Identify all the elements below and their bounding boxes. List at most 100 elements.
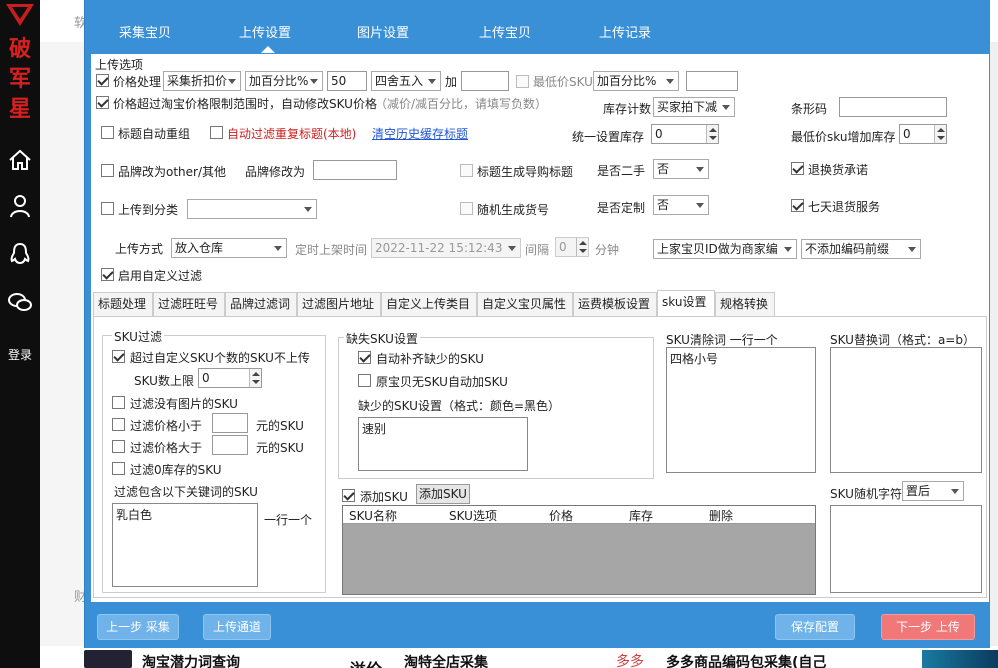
subtab-custom-category[interactable]: 自定义上传类目 [381, 292, 477, 316]
product-thumbnail[interactable] [84, 650, 132, 668]
custom-made-select[interactable]: 否 [653, 195, 709, 215]
return-promise-checkbox[interactable] [791, 162, 804, 175]
product-thumbnail[interactable] [922, 650, 998, 668]
seven-days-return-checkbox[interactable] [791, 199, 804, 212]
price-value-input[interactable]: 50 [327, 71, 367, 91]
login-link[interactable]: 登录 [0, 346, 40, 363]
sku-table[interactable]: SKU名称 SKU选项 价格 库存 删除 [342, 505, 816, 595]
title-regroup-checkbox[interactable] [101, 126, 114, 139]
custom-made-label: 是否定制 [597, 201, 646, 215]
section-title: 上传选项 [95, 58, 144, 72]
column-sku-option[interactable]: SKU选项 [449, 507, 497, 524]
tab-image-settings[interactable]: 图片设置 [357, 22, 409, 41]
filter-keywords-textarea[interactable]: 乳白色 [112, 503, 258, 587]
sku-limit-label: SKU数上限 [134, 374, 194, 388]
background-item-title[interactable]: 淘宝潜力词查询 [142, 652, 240, 668]
subtab-filter-image-url[interactable]: 过滤图片地址 [297, 292, 381, 316]
filter-price-more-input[interactable] [212, 435, 248, 455]
min-price-sku-checkbox[interactable] [516, 75, 529, 88]
code-prefix-select[interactable]: 不添加编码前缀 [801, 239, 921, 259]
sku-random-textarea[interactable] [830, 505, 982, 593]
filter-price-less-label: 过滤价格小于 [130, 419, 203, 433]
tab-collect[interactable]: 采集宝贝 [119, 22, 171, 41]
unify-stock-spinner[interactable]: 0 [651, 124, 719, 144]
user-icon[interactable] [6, 192, 34, 220]
upload-category-select[interactable] [187, 199, 317, 219]
wechat-icon[interactable] [6, 288, 34, 316]
home-icon[interactable] [6, 146, 34, 174]
subtab-filter-wangwang[interactable]: 过滤旺旺号 [153, 292, 225, 316]
background-edge [990, 42, 998, 648]
add-sku-button[interactable]: 添加SKU [416, 484, 470, 504]
qq-icon[interactable] [6, 240, 34, 268]
column-price[interactable]: 价格 [549, 507, 573, 524]
column-stock[interactable]: 库存 [629, 507, 653, 524]
sku-random-select[interactable]: 置后 [902, 481, 964, 501]
background-item-title[interactable]: 淘特全店采集 [404, 652, 488, 668]
filter-price-more-checkbox[interactable] [112, 440, 125, 453]
filter-price-less-checkbox[interactable] [112, 418, 125, 431]
stock-count-select[interactable]: 买家拍下减 [653, 97, 735, 117]
save-config-button[interactable]: 保存配置 [775, 614, 855, 640]
custom-filter-checkbox[interactable] [101, 268, 114, 281]
subtab-brand-filter[interactable]: 品牌过滤词 [225, 292, 297, 316]
sku-over-limit-checkbox[interactable] [112, 350, 125, 363]
min-price-sku-label: 最低价SKU [533, 75, 593, 89]
add-value-input[interactable] [461, 71, 509, 91]
subtab-spec-conversion[interactable]: 规格转换 [715, 292, 775, 316]
brand-other-checkbox[interactable] [101, 164, 114, 177]
rounding-select[interactable]: 四舍五入 [371, 71, 441, 91]
stock-count-label: 库存计数 [603, 102, 652, 116]
sku-clear-textarea[interactable]: 四格小号 [666, 347, 816, 473]
subtab-custom-attributes[interactable]: 自定义宝贝属性 [477, 292, 573, 316]
brand-name: 破 军 星 [8, 36, 31, 122]
shopping-title-checkbox[interactable] [460, 164, 473, 177]
dedupe-title-checkbox[interactable] [210, 126, 223, 139]
tab-upload-records[interactable]: 上传记录 [599, 22, 651, 41]
filter-price-less-input[interactable] [212, 413, 248, 433]
sku-replace-textarea[interactable] [830, 347, 982, 473]
filter-zero-stock-checkbox[interactable] [112, 462, 125, 475]
background-pane [40, 42, 84, 648]
sku-limit-spinner[interactable]: 0 [198, 368, 262, 388]
app-sidebar: 破 军 星 登录 [0, 0, 40, 668]
tab-upload-settings[interactable]: 上传设置 [239, 22, 291, 41]
filter-price-more-unit: 元的SKU [256, 441, 304, 455]
tab-upload-items[interactable]: 上传宝贝 [479, 22, 531, 41]
background-item-title[interactable]: 多多商品编码包采集(自己 [666, 652, 826, 668]
brand-change-input[interactable] [313, 160, 397, 180]
price-calc-select[interactable]: 加百分比% [245, 71, 323, 91]
barcode-input[interactable] [839, 97, 947, 117]
shopping-title-label: 标题生成导购标题 [477, 165, 574, 179]
missing-sku-settings-textarea[interactable]: 速别 [358, 417, 528, 471]
upload-channel-button[interactable]: 上传通道 [203, 614, 271, 640]
next-step-upload-button[interactable]: 下一步 上传 [881, 614, 975, 640]
upload-method-select[interactable]: 放入仓库 [171, 238, 287, 258]
background-item-title[interactable]: 多多 [616, 651, 644, 668]
upload-category-checkbox[interactable] [101, 202, 114, 215]
second-hand-select[interactable]: 否 [653, 159, 709, 179]
price-source-select[interactable]: 采集折扣价 [163, 71, 241, 91]
column-delete[interactable]: 删除 [709, 507, 733, 524]
per-line-hint: 一行一个 [264, 513, 313, 527]
min-price-calc-select[interactable]: 加百分比% [593, 71, 679, 91]
filter-no-image-checkbox[interactable] [112, 396, 125, 409]
min-sku-stock-spinner[interactable]: 0 [899, 124, 947, 144]
auto-fill-sku-checkbox[interactable] [358, 351, 371, 364]
interval-spinner[interactable]: 0 [555, 237, 589, 257]
merchant-code-select[interactable]: 上家宝贝ID做为商家编 [653, 239, 797, 259]
subtab-sku-settings[interactable]: sku设置 [657, 290, 715, 316]
clear-cache-link[interactable]: 清空历史缓存标题 [372, 125, 468, 142]
add-sku-checkbox[interactable] [342, 489, 355, 502]
column-sku-name[interactable]: SKU名称 [349, 507, 397, 524]
subtab-shipping-template[interactable]: 运费模板设置 [573, 292, 657, 316]
subtab-title-processing[interactable]: 标题处理 [93, 292, 153, 316]
min-price-value-input[interactable] [686, 71, 738, 91]
random-code-checkbox[interactable] [460, 202, 473, 215]
background-item-title[interactable]: 溢价 [350, 656, 382, 668]
timed-upload-datetime[interactable]: 2022-11-22 15:12:43 [371, 238, 521, 258]
over-limit-checkbox[interactable] [96, 96, 109, 109]
previous-step-button[interactable]: 上一步 采集 [97, 614, 179, 640]
auto-add-sku-checkbox[interactable] [358, 374, 371, 387]
price-processing-checkbox[interactable] [96, 74, 109, 87]
